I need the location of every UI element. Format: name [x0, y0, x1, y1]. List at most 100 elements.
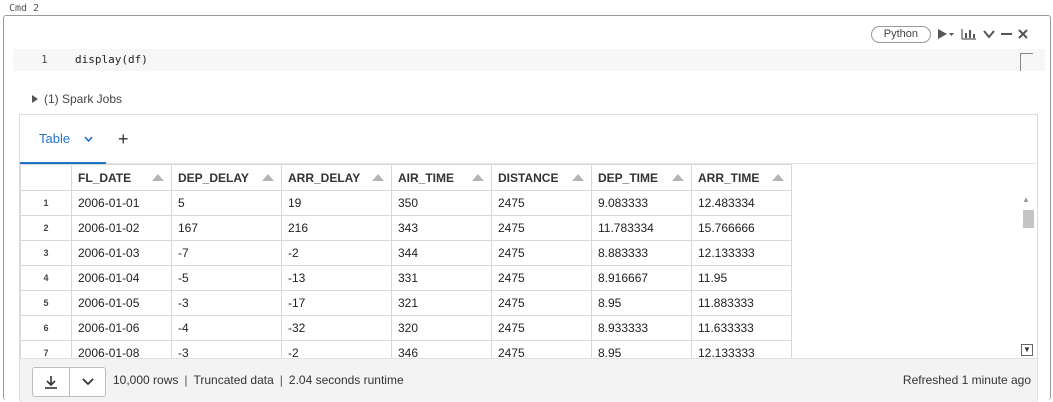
table-cell[interactable]: 8.933333	[591, 315, 692, 341]
table-cell[interactable]: 350	[391, 190, 492, 216]
table-cell[interactable]: 8.883333	[591, 240, 692, 266]
table-cell[interactable]: 331	[391, 265, 492, 291]
column-header-label: ARR_TIME	[698, 170, 760, 185]
column-header[interactable]: DISTANCE	[491, 164, 592, 191]
sort-icon[interactable]	[152, 174, 164, 181]
table-row[interactable]: 5 2006-01-05 -3 -17 321 2475 8.95 11.883333	[20, 290, 792, 316]
table-row[interactable]: 6 2006-01-06 -4 -32 320 2475 8.933333 11.633333	[20, 315, 792, 341]
notebook-cell: Python 1 display(df) (1) Spark Jobs Tabl…	[3, 15, 1051, 402]
language-badge[interactable]: Python	[870, 25, 931, 43]
column-header[interactable]: ARR_DELAY	[281, 164, 392, 191]
table-row[interactable]: 7 2006-01-08 -3 -2 346 2475 8.95 12.133333	[20, 340, 792, 358]
table-cell[interactable]: 11.883333	[691, 290, 792, 316]
table-cell[interactable]: 344	[391, 240, 492, 266]
table-cell[interactable]: 2006-01-08	[71, 340, 172, 358]
scroll-up-icon[interactable]: ▲	[1022, 195, 1030, 204]
table-row[interactable]: 3 2006-01-03 -7 -2 344 2475 8.883333 12.133333	[20, 240, 792, 266]
sort-icon[interactable]	[672, 174, 684, 181]
table-cell[interactable]: -7	[171, 240, 282, 266]
table-cell[interactable]: -2	[281, 340, 392, 358]
table-cell[interactable]: 8.916667	[591, 265, 692, 291]
table-cell[interactable]: 2475	[491, 240, 592, 266]
column-header[interactable]: DEP_DELAY	[171, 164, 282, 191]
table-cell[interactable]: 167	[171, 215, 282, 241]
table-cell[interactable]: 11.95	[691, 265, 792, 291]
truncated-note: Truncated data	[193, 373, 274, 387]
column-header[interactable]: ARR_TIME	[691, 164, 792, 191]
table-cell[interactable]: 346	[391, 340, 492, 358]
download-button[interactable]	[33, 368, 69, 396]
table-cell[interactable]: 2006-01-04	[71, 265, 172, 291]
table-cell[interactable]: -32	[281, 315, 392, 341]
tab-table[interactable]: Table	[20, 115, 106, 164]
table-cell[interactable]: 8.95	[591, 340, 692, 358]
table-cell[interactable]: -3	[171, 290, 282, 316]
run-icon[interactable]	[937, 26, 955, 42]
table-cell[interactable]: 5	[171, 190, 282, 216]
table-cell[interactable]: 2475	[491, 265, 592, 291]
table-cell[interactable]: -4	[171, 315, 282, 341]
column-header[interactable]: DEP_TIME	[591, 164, 692, 191]
table-cell[interactable]: 2475	[491, 215, 592, 241]
chevron-down-icon[interactable]	[84, 135, 93, 142]
table-cell[interactable]: 2006-01-03	[71, 240, 172, 266]
column-header[interactable]: FL_DATE	[71, 164, 172, 191]
table-cell[interactable]: 12.483334	[691, 190, 792, 216]
table-cell[interactable]: 2006-01-05	[71, 290, 172, 316]
table-cell[interactable]: 216	[281, 215, 392, 241]
sort-icon[interactable]	[472, 174, 484, 181]
separator: |	[279, 373, 283, 387]
result-summary: 10,000 rows | Truncated data | 2.04 seco…	[113, 373, 404, 387]
sort-icon[interactable]	[372, 174, 384, 181]
table-cell[interactable]: 2006-01-01	[71, 190, 172, 216]
spark-jobs-toggle[interactable]: (1) Spark Jobs	[32, 92, 122, 106]
add-tab-button[interactable]: +	[118, 128, 129, 150]
runtime-text: 2.04 seconds runtime	[288, 373, 404, 387]
results-footer: 10,000 rows | Truncated data | 2.04 seco…	[20, 358, 1037, 402]
output-panel: Table + FL_DATE DEP_DELAY ARR_DELAY AIR_…	[19, 114, 1038, 402]
code-line[interactable]: display(df)	[75, 53, 148, 66]
table-cell[interactable]: 19	[281, 190, 392, 216]
table-row[interactable]: 1 2006-01-01 5 19 350 2475 9.083333 12.483334	[20, 190, 792, 216]
table-cell[interactable]: 2006-01-06	[71, 315, 172, 341]
table-cell[interactable]: -2	[281, 240, 392, 266]
output-tab-bar: Table +	[20, 115, 1037, 164]
chevron-down-icon[interactable]	[983, 26, 995, 42]
table-cell[interactable]: 11.633333	[691, 315, 792, 341]
code-editor[interactable]: 1 display(df)	[13, 49, 1045, 71]
table-cell[interactable]: -17	[281, 290, 392, 316]
results-grid: FL_DATE DEP_DELAY ARR_DELAY AIR_TIME DIS…	[20, 164, 1037, 358]
table-cell[interactable]: 2475	[491, 290, 592, 316]
table-cell[interactable]: 12.133333	[691, 240, 792, 266]
row-number: 5	[20, 290, 72, 316]
chart-icon[interactable]	[961, 26, 977, 42]
column-header[interactable]: AIR_TIME	[391, 164, 492, 191]
table-cell[interactable]: 12.133333	[691, 340, 792, 358]
table-cell[interactable]: 320	[391, 315, 492, 341]
sort-icon[interactable]	[772, 174, 784, 181]
close-icon[interactable]	[1018, 26, 1028, 42]
minimize-icon[interactable]	[1001, 26, 1012, 42]
table-cell[interactable]: -3	[171, 340, 282, 358]
table-cell[interactable]: 15.766666	[691, 215, 792, 241]
table-cell[interactable]: 8.95	[591, 290, 692, 316]
scroll-bottom-icon[interactable]: ▼	[1021, 344, 1033, 356]
table-cell[interactable]: 9.083333	[591, 190, 692, 216]
row-number: 2	[20, 215, 72, 241]
vertical-scrollbar[interactable]: ▲ ▼	[1020, 193, 1034, 358]
table-cell[interactable]: -5	[171, 265, 282, 291]
table-row[interactable]: 2 2006-01-02 167 216 343 2475 11.783334 15.7666…	[20, 215, 792, 241]
table-row[interactable]: 4 2006-01-04 -5 -13 331 2475 8.916667 11.95	[20, 265, 792, 291]
sort-icon[interactable]	[572, 174, 584, 181]
table-cell[interactable]: 2475	[491, 190, 592, 216]
table-cell[interactable]: 2006-01-02	[71, 215, 172, 241]
sort-icon[interactable]	[262, 174, 274, 181]
scrollbar-thumb[interactable]	[1023, 210, 1034, 228]
table-cell[interactable]: 2475	[491, 340, 592, 358]
table-cell[interactable]: 343	[391, 215, 492, 241]
table-cell[interactable]: 321	[391, 290, 492, 316]
table-cell[interactable]: 11.783334	[591, 215, 692, 241]
table-cell[interactable]: -13	[281, 265, 392, 291]
table-cell[interactable]: 2475	[491, 315, 592, 341]
download-options-button[interactable]	[69, 368, 105, 396]
